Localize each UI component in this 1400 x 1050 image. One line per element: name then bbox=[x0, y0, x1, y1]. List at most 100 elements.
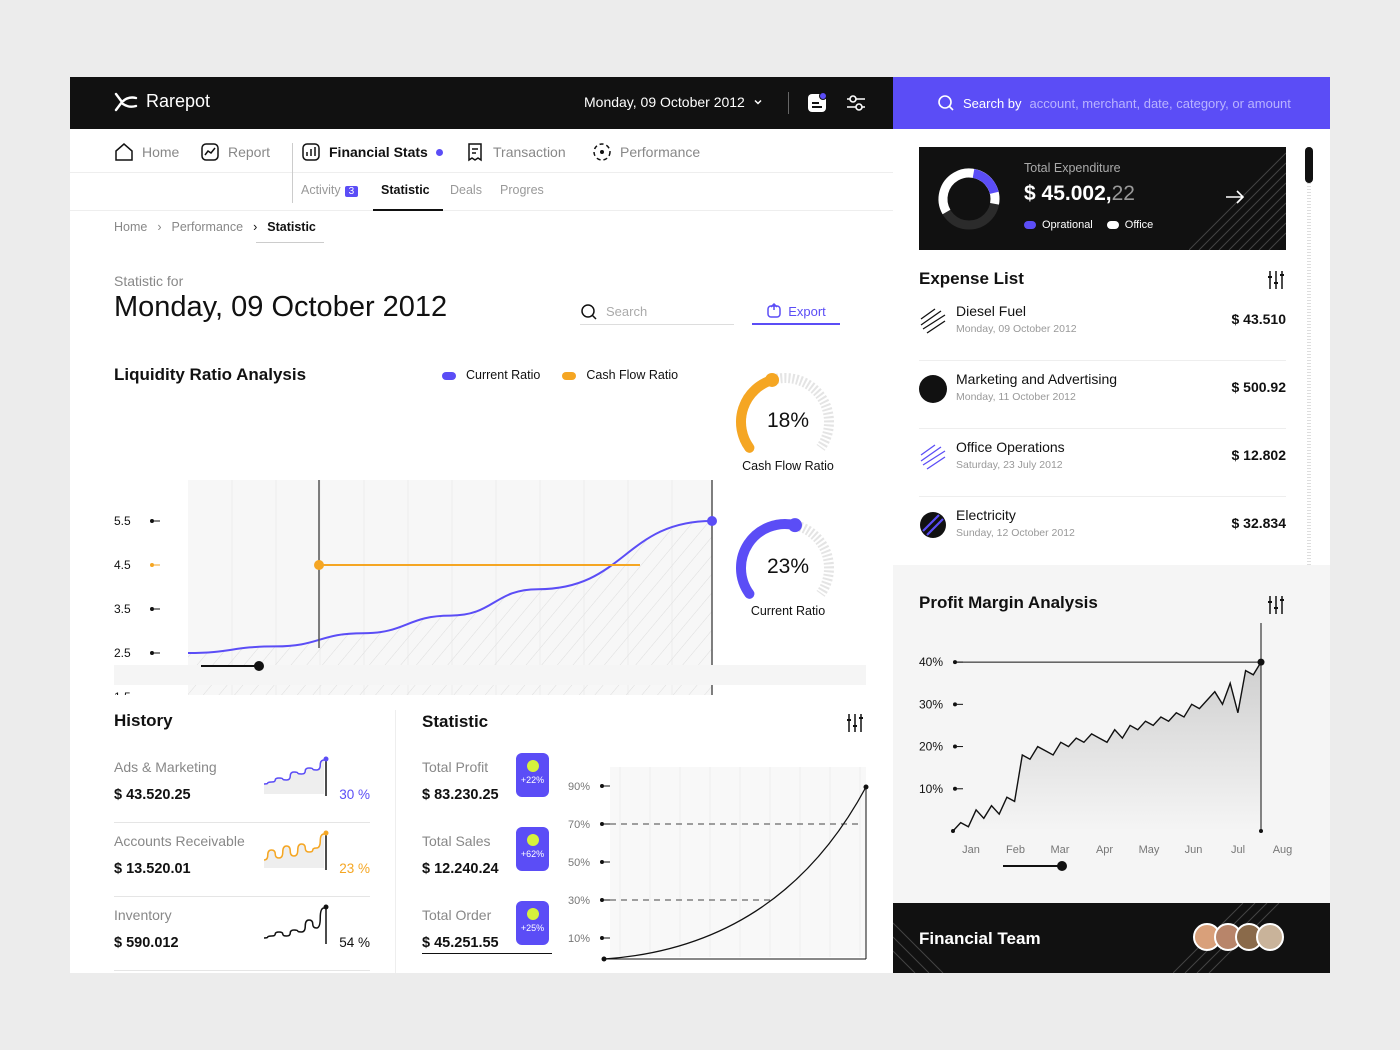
scrollbar-track[interactable] bbox=[1305, 147, 1313, 627]
date-select[interactable]: Monday, 09 October 2012 bbox=[584, 94, 763, 110]
history-label: Ads & Marketing bbox=[114, 759, 217, 775]
search-icon bbox=[938, 95, 954, 111]
expenditure-ring bbox=[938, 168, 1000, 230]
y-tick-label: 3.5 bbox=[114, 602, 131, 616]
y-tick-marker bbox=[600, 822, 604, 826]
search-input[interactable]: Search bbox=[580, 299, 734, 325]
expenditure-amount: $ 45.002,22 bbox=[1024, 182, 1135, 206]
expense-name: Office Operations bbox=[956, 439, 1065, 455]
expense-item[interactable]: Electricity Sunday, 12 October 2012 $ 32… bbox=[919, 497, 1286, 565]
nav-home[interactable]: Home bbox=[114, 142, 179, 162]
avatar[interactable] bbox=[1256, 923, 1284, 951]
y-tick-label: 90% bbox=[568, 781, 590, 793]
statistic-value: $ 45.251.55 bbox=[422, 935, 499, 951]
y-tick-marker bbox=[953, 786, 957, 791]
subtab-progres[interactable]: Progres bbox=[500, 183, 544, 197]
legend-operational-label: Oprational bbox=[1042, 219, 1093, 231]
y-tick-marker bbox=[953, 702, 957, 707]
nav-financial-stats-label: Financial Stats bbox=[329, 144, 428, 160]
expense-amount: $ 32.834 bbox=[1231, 515, 1287, 531]
crumb-home[interactable]: Home bbox=[114, 220, 147, 234]
stats-icon bbox=[302, 143, 320, 161]
nav-financial-stats[interactable]: Financial Stats bbox=[301, 142, 443, 162]
subtab-deals-label: Deals bbox=[450, 183, 482, 197]
brand[interactable]: Rarepot bbox=[114, 91, 210, 112]
history-label: Inventory bbox=[114, 907, 172, 923]
statistic-row[interactable]: Total Order $ 45.251.55 +25% bbox=[422, 901, 552, 973]
sub-nav: Activity 3 Statistic Deals Progres bbox=[70, 173, 893, 211]
timeline-handle[interactable] bbox=[254, 661, 264, 671]
nav-report[interactable]: Report bbox=[200, 142, 270, 162]
receipt-icon bbox=[468, 143, 482, 162]
legend-current: Current Ratio bbox=[442, 368, 540, 382]
legend-cashflow: Cash Flow Ratio bbox=[562, 368, 678, 382]
expense-list-title: Expense List bbox=[919, 269, 1024, 288]
history-row[interactable]: Ads & Marketing $ 43.520.25 30 % bbox=[114, 749, 370, 823]
statistic-label: Total Sales bbox=[422, 833, 491, 849]
nav-transaction[interactable]: Transaction bbox=[465, 142, 566, 162]
export-button[interactable]: Export bbox=[752, 299, 840, 325]
timeline-handle[interactable] bbox=[1057, 861, 1067, 871]
liquidity-title: Liquidity Ratio Analysis bbox=[114, 365, 307, 384]
office-operations-icon bbox=[920, 444, 946, 470]
subtab-statistic[interactable]: Statistic bbox=[381, 183, 430, 197]
subtab-activity-label: Activity bbox=[301, 183, 341, 197]
brand-name: Rarepot bbox=[146, 91, 211, 111]
sparkline-point bbox=[323, 756, 329, 762]
legend-current-label: Current Ratio bbox=[466, 368, 541, 382]
home-icon bbox=[115, 143, 133, 161]
scrollbar-thumb[interactable] bbox=[1305, 147, 1313, 183]
subtab-activity[interactable]: Activity 3 bbox=[301, 183, 359, 197]
team-avatars[interactable] bbox=[1193, 923, 1284, 951]
history-row[interactable]: Inventory $ 590.012 54 % bbox=[114, 897, 370, 971]
filter-icon[interactable] bbox=[846, 713, 864, 733]
global-search[interactable]: Search by account, merchant, date, categ… bbox=[893, 77, 1330, 129]
crumb-performance[interactable]: Performance bbox=[172, 220, 244, 234]
subtab-deals[interactable]: Deals bbox=[450, 183, 482, 197]
legend-dot bbox=[1106, 221, 1119, 230]
timeline-slider[interactable] bbox=[201, 665, 259, 667]
history-label: Accounts Receivable bbox=[114, 833, 245, 849]
statistic-value: $ 12.240.24 bbox=[422, 861, 499, 877]
legend-dot bbox=[442, 371, 456, 380]
expense-amount: $ 43.510 bbox=[1231, 311, 1287, 327]
expenditure-amount-decimal: 22 bbox=[1111, 182, 1135, 205]
y-tick-marker bbox=[600, 936, 604, 940]
y-tick-label: 40% bbox=[919, 655, 943, 669]
trend-icon bbox=[526, 834, 539, 846]
export-icon bbox=[767, 303, 781, 318]
expense-date: Sunday, 12 October 2012 bbox=[956, 527, 1075, 539]
filter-icon[interactable] bbox=[1267, 595, 1285, 615]
expense-name: Marketing and Advertising bbox=[956, 371, 1118, 387]
y-tick-marker bbox=[600, 784, 604, 788]
activity-badge: 3 bbox=[344, 186, 359, 197]
change-badge-label: +22% bbox=[520, 775, 545, 785]
liquidity-chart: 5.54.53.52.51.5Q1Q2Q3Q4Q5Q6 bbox=[114, 480, 717, 695]
electricity-icon bbox=[920, 512, 946, 538]
history-percent: 23 % bbox=[339, 861, 370, 876]
statistic-row[interactable]: Total Sales $ 12.240.24 +62% bbox=[422, 827, 552, 907]
history-row[interactable]: Accounts Receivable $ 13.520.01 23 % bbox=[114, 823, 370, 897]
timeline-slider[interactable] bbox=[1003, 865, 1061, 867]
profit-margin-title: Profit Margin Analysis bbox=[919, 593, 1098, 612]
statistic-row[interactable]: Total Profit $ 83.230.25 +22% bbox=[422, 753, 552, 833]
total-expenditure-card[interactable]: Total Expenditure $ 45.002,22 Oprational… bbox=[919, 147, 1286, 250]
filter-icon[interactable] bbox=[1267, 270, 1285, 290]
x-tick-label: Jul bbox=[1231, 844, 1245, 856]
expense-item[interactable]: Office Operations Saturday, 23 July 2012… bbox=[919, 429, 1286, 497]
arrow-right-icon[interactable] bbox=[1225, 189, 1245, 205]
y-tick-label: 20% bbox=[919, 740, 943, 754]
legend-dot bbox=[1024, 221, 1036, 230]
trend-icon bbox=[526, 908, 539, 920]
document-icon[interactable] bbox=[806, 92, 828, 114]
expense-date: Monday, 09 October 2012 bbox=[956, 323, 1077, 335]
settings-sliders-icon[interactable] bbox=[845, 92, 867, 114]
plot-background bbox=[610, 767, 866, 957]
expenditure-legend: Oprational Office bbox=[1024, 219, 1153, 231]
financial-team-bar[interactable]: Financial Team bbox=[893, 903, 1330, 973]
expense-date: Monday, 11 October 2012 bbox=[956, 391, 1076, 403]
search-placeholder: account, merchant, date, category, or am… bbox=[1029, 95, 1291, 111]
nav-performance[interactable]: Performance bbox=[592, 142, 700, 162]
expense-item[interactable]: Marketing and Advertising Monday, 11 Oct… bbox=[919, 361, 1286, 429]
expense-item[interactable]: Diesel Fuel Monday, 09 October 2012 $ 43… bbox=[919, 293, 1286, 361]
